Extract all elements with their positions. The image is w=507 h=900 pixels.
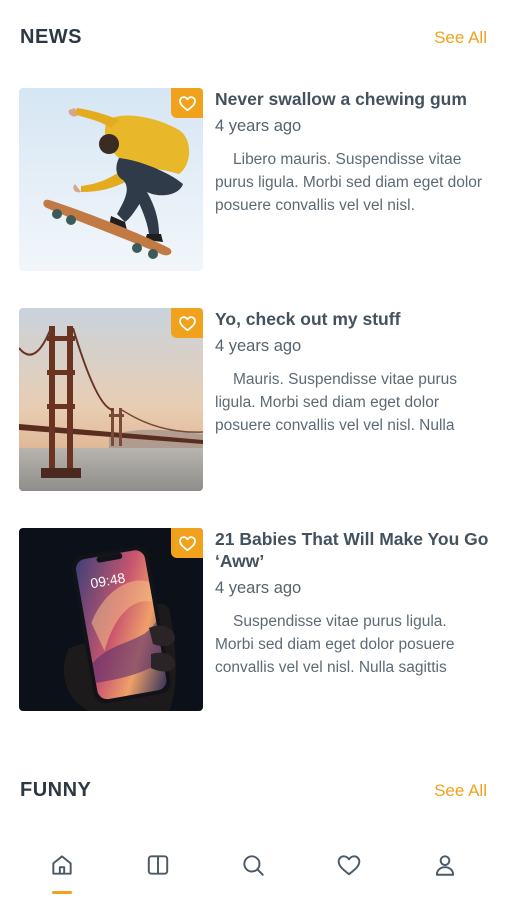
smartphone-in-hand-photo: 09:48 [19, 528, 203, 711]
book-icon [147, 855, 168, 875]
nav-home-button[interactable] [32, 840, 92, 894]
news-list: Never swallow a chewing gum 4 years ago … [19, 88, 489, 748]
favorite-badge[interactable] [171, 88, 203, 118]
news-section-title: NEWS [20, 26, 82, 48]
golden-gate-bridge-photo [19, 308, 203, 491]
heart-icon [338, 855, 361, 876]
funny-section-title: FUNNY [20, 779, 92, 801]
favorite-badge[interactable] [171, 308, 203, 338]
news-item-time: 4 years ago [215, 117, 302, 135]
news-item[interactable]: 09:48 21 Babies That Will Make You Go ‘A… [19, 528, 489, 748]
news-see-all-link[interactable]: See All [434, 28, 487, 48]
search-icon [243, 855, 265, 876]
nav-favorites-button[interactable] [319, 840, 379, 890]
funny-section-header: FUNNY See All [20, 779, 487, 802]
nav-library-button[interactable] [128, 840, 188, 890]
heart-icon [178, 95, 196, 111]
news-section-header: NEWS See All [20, 26, 487, 49]
user-icon [435, 855, 455, 876]
heart-icon [178, 535, 196, 551]
news-item-body: 21 Babies That Will Make You Go ‘Aww’ 4 … [203, 528, 489, 748]
news-item-body: Yo, check out my stuff 4 years ago Mauri… [203, 308, 489, 528]
nav-profile-button[interactable] [415, 840, 475, 890]
news-item-excerpt: Libero mauris. Suspendisse vitae purus l… [215, 151, 483, 214]
bottom-nav [0, 840, 507, 900]
news-item[interactable]: Yo, check out my stuff 4 years ago Mauri… [19, 308, 489, 528]
news-item-time: 4 years ago [215, 337, 302, 355]
active-indicator [51, 891, 72, 894]
heart-icon [178, 315, 196, 331]
news-item-excerpt: Suspendisse vitae purus ligula. Morbi se… [215, 613, 455, 676]
news-item-body: Never swallow a chewing gum 4 years ago … [203, 88, 489, 308]
nav-search-button[interactable] [223, 840, 283, 890]
news-item-title: 21 Babies That Will Make You Go ‘Aww’ [215, 529, 489, 571]
news-item-excerpt: Mauris. Suspendisse vitae purus ligula. … [215, 371, 458, 434]
news-item-time: 4 years ago [215, 579, 302, 597]
news-item[interactable]: Never swallow a chewing gum 4 years ago … [19, 88, 489, 308]
favorite-badge[interactable] [171, 528, 203, 558]
news-item-title: Never swallow a chewing gum [215, 89, 467, 109]
home-icon [52, 855, 72, 875]
news-item-title: Yo, check out my stuff [215, 309, 401, 329]
funny-see-all-link[interactable]: See All [434, 781, 487, 801]
news-screen: NEWS See All Never swallow a chewing gum… [0, 0, 507, 900]
skateboarder-photo [19, 88, 203, 271]
